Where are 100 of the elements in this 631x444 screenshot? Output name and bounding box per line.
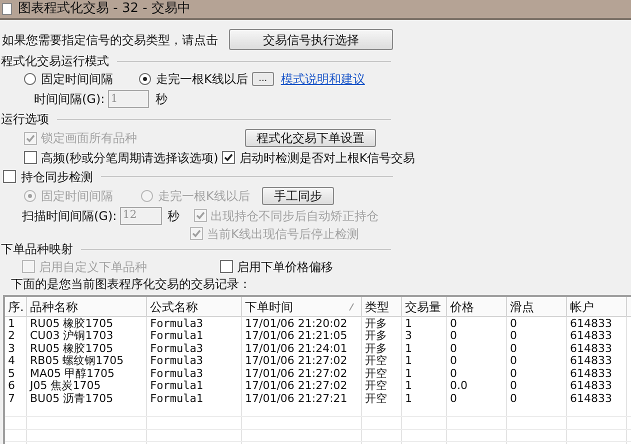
table-cell: 1 <box>402 342 447 354</box>
table-cell: 开多 <box>362 342 402 354</box>
instruction-text: 如果您需要指定信号的交易类型，请点击 <box>2 32 218 48</box>
table-cell: MA05 甲醇1705 <box>27 367 147 380</box>
button[interactable]: 交易信号执行选择 <box>229 29 393 50</box>
checkbox[interactable] <box>220 260 233 273</box>
table-cell: 开空 <box>362 367 402 380</box>
table-cell: 614833 <box>567 354 627 367</box>
more-button[interactable]: ... <box>252 72 274 86</box>
table-cell: 0.0 <box>447 380 507 392</box>
section-title: 持仓同步检测 <box>21 168 93 186</box>
checkbox[interactable] <box>3 170 16 183</box>
column-header[interactable]: 公式名称 <box>147 297 242 316</box>
table-cell: RB05 螺纹钢1705 <box>27 354 147 367</box>
column-header[interactable]: 交易量 <box>402 297 447 316</box>
table-cell: 17/01/06 21:24:01 <box>242 342 362 354</box>
table-cell: 0 <box>507 317 567 330</box>
table-cell: J05 焦炭1705 <box>27 380 147 392</box>
table-cell: Formula1 <box>147 330 242 342</box>
column-header[interactable]: 价格 <box>447 297 507 316</box>
table-cell: 2 <box>5 330 27 342</box>
table-cell: 0 <box>507 330 567 342</box>
table-cell: 3 <box>402 330 447 342</box>
column-header[interactable]: 下单时间 <box>242 297 362 316</box>
section-title: 程式化交易运行模式 <box>1 53 109 70</box>
table-cell: 0 <box>447 354 507 367</box>
table-cell: 0 <box>447 392 507 404</box>
radio-button[interactable] <box>24 73 36 85</box>
table-cell: 1 <box>402 380 447 392</box>
table-cell: 614833 <box>567 342 627 354</box>
unit-label: 秒 <box>168 208 180 224</box>
table-cell: 17/01/06 21:27:02 <box>242 380 362 392</box>
table-cell: 17/01/06 21:27:02 <box>242 354 362 367</box>
help-link[interactable]: 模式说明和建议 <box>280 70 365 88</box>
table-cell: 614833 <box>567 317 627 330</box>
table-cell: 开多 <box>362 317 402 330</box>
table-cell: 1 <box>402 317 447 330</box>
table-cell: 1 <box>402 367 447 380</box>
radio-label: 固定时间间隔 <box>41 71 113 88</box>
table-cell: 开多 <box>362 330 402 342</box>
window-title: 图表程式化交易 - 32 - 交易中 <box>18 0 190 18</box>
table-cell: 6 <box>5 380 27 392</box>
column-header[interactable]: 品种名称 <box>27 297 147 316</box>
button[interactable]: 手工同步 <box>262 186 334 204</box>
table-cell: 0 <box>447 367 507 380</box>
radio-label: 固定时间间隔 <box>41 188 113 204</box>
table-cell: 0 <box>447 342 507 354</box>
table-cell: 17/01/06 21:21:05 <box>242 330 362 342</box>
radio-label: 走完一根K线以后 <box>156 71 248 88</box>
column-header[interactable]: 滑点 <box>507 297 567 316</box>
table-cell: 1 <box>402 392 447 404</box>
checkbox-label: 出现持仓不同步后自动矫正持仓 <box>210 208 379 224</box>
table-cell: 开空 <box>362 380 402 392</box>
table-cell: 5 <box>5 367 27 380</box>
table-cell: 17/01/06 21:20:02 <box>242 317 362 330</box>
table-cell: 1 <box>402 354 447 367</box>
checkbox-label: 高频(秒或分笔周期请选择该选项) <box>41 150 218 166</box>
table-cell: 0 <box>507 342 567 354</box>
table-cell: BU05 沥青1705 <box>27 392 147 404</box>
table-cell: RU05 橡胶1705 <box>27 317 147 330</box>
checkbox-label: 锁定画面所有品种 <box>41 130 137 147</box>
checkbox[interactable] <box>222 151 236 164</box>
checkbox-label: 当前K线出现信号后停止检测 <box>207 226 359 242</box>
checkbox-label: 启用下单价格偏移 <box>237 258 333 276</box>
caption-text: 下面的是您当前图表程序化交易的交易记录： <box>11 276 251 292</box>
column-header[interactable]: 帐户 <box>567 297 627 316</box>
table-cell: CU03 沪铜1703 <box>27 330 147 342</box>
checkbox-label: 启动时检测是否对上根K信号交易 <box>239 150 416 166</box>
checkbox[interactable] <box>24 151 37 164</box>
table-cell: Formula1 <box>147 392 242 404</box>
column-header[interactable]: 序. <box>5 297 27 316</box>
radio-label: 走完一根K线以后 <box>158 188 250 204</box>
table-cell: 0 <box>447 317 507 330</box>
table-cell: 17/01/06 21:27:21 <box>242 392 362 404</box>
table-cell: RU05 橡胶1705 <box>27 342 147 354</box>
table-cell: 4 <box>5 354 27 367</box>
table-cell: Formula3 <box>147 317 242 330</box>
table-cell: 开空 <box>362 354 402 367</box>
table-cell: 614833 <box>567 367 627 380</box>
table-cell: 0 <box>507 380 567 392</box>
table-cell: 614833 <box>567 392 627 404</box>
table-cell: 开空 <box>362 392 402 404</box>
sort-icon <box>349 302 354 310</box>
table-cell: Formula3 <box>147 354 242 367</box>
section-title: 运行选项 <box>1 111 49 128</box>
table-cell: 0 <box>507 367 567 380</box>
column-header[interactable]: 类型 <box>362 297 402 316</box>
field-label: 扫描时间间隔(G): <box>22 208 117 224</box>
radio-button[interactable] <box>139 73 151 85</box>
button[interactable]: 程式化交易下单设置 <box>245 129 376 147</box>
table-cell: Formula1 <box>147 380 242 392</box>
table-cell: Formula3 <box>147 367 242 380</box>
checkbox-label: 启用自定义下单品种 <box>39 258 147 276</box>
section-title: 下单品种映射 <box>1 241 73 258</box>
table-cell: 7 <box>5 392 27 404</box>
table-cell: 1 <box>5 317 27 330</box>
table-cell: 0 <box>507 354 567 367</box>
table-cell: 3 <box>5 342 27 354</box>
table-cell: 0 <box>447 330 507 342</box>
table-cell: 614833 <box>567 380 627 392</box>
